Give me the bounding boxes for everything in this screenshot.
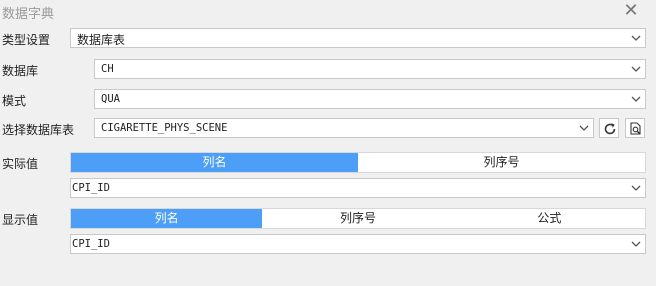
chevron-down-icon[interactable] [627,90,645,108]
refresh-icon [604,123,616,135]
display-value-label: 显示值 [2,213,39,227]
dialog-title: 数据字典 [2,7,55,22]
database-label: 数据库 [2,64,39,78]
database-select[interactable]: CH [94,59,646,79]
preview-button[interactable] [625,118,645,138]
refresh-button[interactable] [599,118,619,138]
actual-value-select[interactable]: CPI_ID [70,178,646,198]
schema-label: 模式 [2,94,27,108]
table-label: 选择数据库表 [2,123,75,137]
type-select[interactable]: 数据库表 [70,28,646,48]
title-bar: 数据字典 ✕ [0,0,656,22]
actual-value-value: CPI_ID [72,182,110,194]
search-document-icon [630,122,641,135]
type-value: 数据库表 [77,33,126,47]
actual-tab-column-index[interactable]: 列序号 [358,153,645,172]
actual-tab-column-name[interactable]: 列名 [71,153,358,172]
display-value-value: CPI_ID [72,238,110,250]
display-value-tabs: 列名 列序号 公式 [70,208,646,229]
chevron-down-icon[interactable] [627,60,645,78]
database-value: CH [101,63,114,75]
display-tab-formula[interactable]: 公式 [454,209,645,228]
schema-select[interactable]: QUA [94,89,646,109]
type-label: 类型设置 [2,33,51,47]
display-tab-column-index[interactable]: 列序号 [262,209,453,228]
schema-value: QUA [101,93,120,105]
display-tab-column-name[interactable]: 列名 [71,209,263,228]
chevron-down-icon[interactable] [575,119,593,137]
display-value-select[interactable]: CPI_ID [70,234,646,254]
chevron-down-icon[interactable] [627,179,645,197]
chevron-down-icon[interactable] [627,235,645,253]
table-select[interactable]: CIGARETTE_PHYS_SCENE [94,118,594,138]
actual-value-tabs: 列名 列序号 [70,152,646,173]
close-icon[interactable]: ✕ [620,0,642,22]
actual-value-label: 实际值 [2,157,39,171]
table-value: CIGARETTE_PHYS_SCENE [101,122,228,134]
chevron-down-icon[interactable] [627,29,645,47]
